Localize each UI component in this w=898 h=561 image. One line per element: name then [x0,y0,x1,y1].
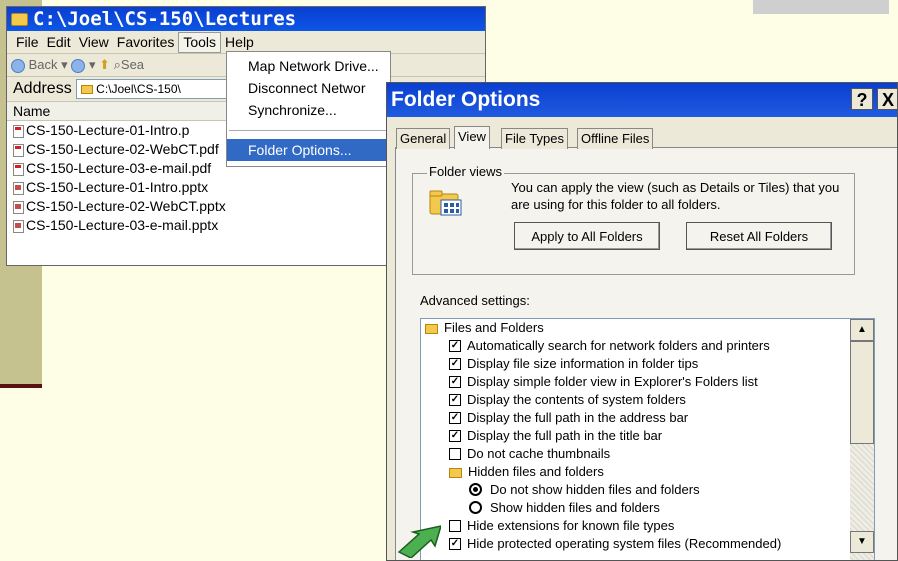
setting-checkbox-row[interactable]: ✓ Display file size information in folder… [449,355,698,373]
scroll-down-arrow-icon[interactable]: ▼ [850,531,874,553]
menu-edit[interactable]: Edit [43,31,75,53]
back-arrow-icon [11,58,25,73]
folder-views-description: You can apply the view (such as Details … [511,180,840,212]
explorer-title-bar[interactable]: C:\Joel\CS-150\Lectures [7,7,485,31]
pdf-file-icon [13,162,24,176]
file-name: CS-150-Lecture-01-Intro.p [26,122,190,138]
scrollbar-thumb[interactable] [850,341,874,444]
menu-favorites[interactable]: Favorites [113,31,179,53]
setting-checkbox-row[interactable]: ✓ Automatically search for network folder… [449,337,770,355]
search-button[interactable]: Sea [121,57,144,72]
menu-item-synchronize[interactable]: Synchronize... [227,99,390,121]
advanced-settings-label: Advanced settings: [420,293,530,308]
folder-views-label: Folder views [427,164,504,179]
apply-to-all-folders-button[interactable]: Apply to All Folders [514,222,660,250]
radio-unselected[interactable] [469,501,482,515]
explorer-title: C:\Joel\CS-150\Lectures [33,8,297,30]
setting-radio-row[interactable]: Do not show hidden files and folders [469,481,700,499]
setting-checkbox-row[interactable]: Do not cache thumbnails [449,445,610,463]
tab-file-types[interactable]: File Types [501,128,569,149]
tab-general[interactable]: General [396,128,451,149]
checkbox-unchecked[interactable] [449,447,461,460]
menu-tools[interactable]: Tools [178,32,222,53]
up-folder-icon[interactable]: ⬆ [99,57,110,72]
checkbox-checked[interactable]: ✓ [449,411,461,424]
menu-file[interactable]: File [7,31,43,53]
setting-checkbox-row[interactable]: ✓ Display the full path in the title bar [449,427,662,445]
slide-corner-box [753,0,889,14]
scroll-up-arrow-icon[interactable]: ▲ [850,319,874,341]
folder-icon [425,323,438,334]
tab-offline-files[interactable]: Offline Files [577,128,654,149]
menu-item-disconnect-network-drive[interactable]: Disconnect Networ [227,77,390,99]
setting-radio-row[interactable]: Show hidden files and folders [469,499,660,517]
checkbox-checked[interactable]: ✓ [449,339,461,352]
setting-checkbox-row[interactable]: ✓ Display the full path in the address ba… [449,409,688,427]
back-dropdown-icon[interactable]: ▾ [61,57,68,72]
advanced-settings-list[interactable]: Files and Folders ✓ Automatically search … [420,318,875,560]
settings-category: Hidden files and folders [449,463,604,481]
settings-scrollbar[interactable]: ▲ ▼ [850,319,874,560]
file-name: CS-150-Lecture-01-Intro.pptx [26,179,209,195]
forward-dropdown-icon[interactable]: ▾ [89,57,96,72]
folder-icon [449,467,462,478]
pptx-file-icon [13,181,24,195]
pptx-file-icon [13,219,24,233]
tools-dropdown-menu: Map Network Drive... Disconnect Networ S… [226,51,391,167]
search-icon: ⌕ [113,57,121,72]
menu-item-map-network-drive[interactable]: Map Network Drive... [227,55,390,77]
checkbox-checked[interactable]: ✓ [449,393,461,406]
address-value: C:\Joel\CS-150\ [96,81,181,96]
setting-checkbox-row[interactable]: ✓ Hide protected operating system files (… [449,535,781,553]
folder-options-dialog: Folder Options ? X General View File Typ… [386,82,898,561]
pdf-file-icon [13,124,24,138]
help-button[interactable]: ? [851,88,873,110]
radio-selected[interactable] [469,483,482,497]
checkbox-checked[interactable]: ✓ [449,537,461,550]
file-name: CS-150-Lecture-03-e-mail.pdf [26,160,212,176]
menu-help[interactable]: Help [221,31,258,53]
forward-arrow-icon[interactable] [71,58,86,73]
checkbox-checked[interactable]: ✓ [449,429,461,442]
file-name: CS-150-Lecture-02-WebCT.pdf [26,141,219,157]
address-label: Address [13,80,72,97]
setting-checkbox-row[interactable]: ✓ Display simple folder view in Explorer'… [449,373,758,391]
setting-checkbox-row[interactable]: ✓ Display the contents of system folders [449,391,686,409]
pdf-file-icon [13,143,24,157]
folder-icon [11,13,28,26]
address-folder-icon [81,85,94,95]
back-button[interactable]: Back [29,57,58,72]
file-name: CS-150-Lecture-03-e-mail.pptx [26,217,219,233]
checkbox-unchecked[interactable] [449,519,461,532]
slide-divider-line [0,384,42,388]
close-button[interactable]: X [877,88,897,110]
pointer-arrow-icon [397,525,441,558]
menu-item-folder-options[interactable]: Folder Options... [227,139,390,161]
menu-view[interactable]: View [75,31,113,53]
folder-views-icon [429,190,462,216]
checkbox-checked[interactable]: ✓ [449,357,461,370]
menu-separator [229,130,388,131]
setting-checkbox-row[interactable]: Hide extensions for known file types [449,517,674,535]
settings-category: Files and Folders [425,319,544,337]
dialog-title: Folder Options [391,88,541,111]
tab-view[interactable]: View [454,126,490,149]
pptx-file-icon [13,200,24,214]
checkbox-checked[interactable]: ✓ [449,375,461,388]
dialog-title-bar[interactable]: Folder Options ? X [387,83,897,117]
file-name: CS-150-Lecture-02-WebCT.pptx [26,198,226,214]
reset-all-folders-button[interactable]: Reset All Folders [686,222,832,250]
